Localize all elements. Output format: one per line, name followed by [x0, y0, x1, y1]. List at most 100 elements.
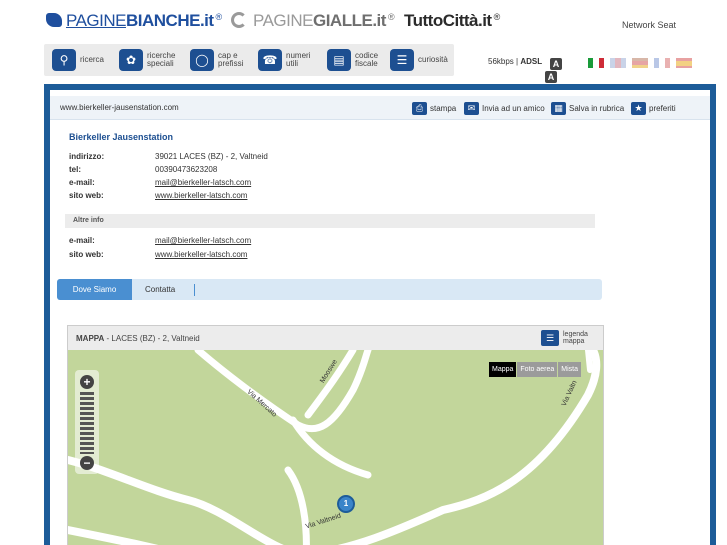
info-key: e-mail: [69, 236, 95, 245]
book-icon: ☰ [390, 49, 414, 71]
paginebianche-suffix: .it [199, 11, 214, 30]
service-cap-prefissi[interactable]: ◯ cap e prefissi [190, 48, 250, 72]
zoom-out-button[interactable]: − [80, 456, 94, 470]
phone-icon: ☎ [258, 49, 282, 71]
network-link[interactable]: Network Seat [622, 20, 676, 30]
email-link[interactable]: mail@bierkeller-latsch.com [155, 236, 251, 245]
page: PAGINEBIANCHE.it ® PAGINEGIALLE.it ® Tutto… [0, 0, 727, 545]
save-label: Salva in rubrica [569, 103, 625, 113]
paginebianche-text-1: PAGINE [66, 11, 126, 30]
service-label: ricerche speciali [147, 51, 176, 68]
map-type-selector: Mappa Foto aerea Mista [488, 362, 581, 377]
brand-bar: PAGINEBIANCHE.it ® PAGINEGIALLE.it ® Tutto… [0, 0, 727, 44]
print-button[interactable]: ⎙ stampa [412, 100, 456, 116]
info-value: 39021 LACES (BZ) - 2, Valtneid [155, 152, 268, 161]
flag-english-icon[interactable] [610, 58, 626, 68]
search-icon: ⚲ [52, 49, 76, 71]
connection-speed[interactable]: 56kbps | ADSL [488, 57, 542, 66]
service-ricerche-speciali[interactable]: ✿ ricerche speciali [119, 48, 185, 72]
service-label: cap e prefissi [218, 51, 244, 68]
email-link[interactable]: mail@bierkeller-latsch.com [155, 178, 251, 187]
legend-line-2: mappa [563, 338, 585, 345]
address-book-icon: ▦ [551, 101, 566, 115]
map-legend-button[interactable]: ☰ legenda mappa [541, 330, 588, 346]
tuttocitta-logo[interactable]: TuttoCittà.it ® [404, 11, 500, 31]
map-legend-label: legenda mappa [563, 331, 588, 345]
globe-icon: ◯ [190, 49, 214, 71]
list-icon: ☰ [541, 330, 559, 346]
paginebianche-logo[interactable]: PAGINEBIANCHE.it ® [46, 11, 222, 31]
map-title: MAPPA - LACES (BZ) - 2, Valtneid [76, 334, 200, 343]
website-link[interactable]: www.bierkeller-latsch.com [155, 191, 247, 200]
flag-french-icon[interactable] [654, 58, 670, 68]
flag-italian-icon[interactable] [588, 58, 604, 68]
info-key: indirizzo: [69, 152, 105, 161]
registered-mark: ® [215, 12, 223, 22]
speed-separator: | [516, 57, 519, 66]
service-codice-fiscale[interactable]: ▤ codice fiscale [327, 48, 385, 72]
altre-info-header: Altre info [65, 214, 595, 228]
font-size-large-button[interactable]: A [545, 71, 557, 83]
service-ricerca[interactable]: ⚲ ricerca [52, 48, 104, 72]
paginegialle-logo[interactable]: PAGINEGIALLE.it ® [231, 11, 395, 31]
service-curiosita[interactable]: ☰ curiosità [390, 48, 448, 72]
registered-mark: ® [493, 12, 501, 22]
info-key: e-mail: [69, 178, 95, 187]
map-title-address: - LACES (BZ) - 2, Valtneid [104, 334, 200, 343]
website-link[interactable]: www.bierkeller-latsch.com [155, 250, 247, 259]
paginebianche-text-2: BIANCHE [125, 11, 200, 30]
id-card-icon: ▤ [327, 49, 351, 71]
services-bar: ⚲ ricerca ✿ ricerche speciali ◯ cap e pr… [44, 44, 454, 76]
speed-56k[interactable]: 56kbps [488, 57, 514, 66]
listing-url[interactable]: www.bierkeller-jausenstation.com [60, 103, 179, 112]
road-west-branch [68, 526, 159, 545]
send-to-friend-button[interactable]: ✉ Invia ad un amico [464, 100, 545, 116]
service-label: curiosità [418, 55, 448, 64]
paginegialle-text-1: PAGINE [253, 11, 313, 30]
paginegialle-text-2: GIALLE [312, 11, 373, 30]
info-key: sito web: [69, 191, 104, 200]
listing-tabs: Dove Siamo Contatta [57, 279, 602, 300]
tab-divider [194, 284, 195, 296]
paginegialle-icon [231, 12, 247, 28]
speed-adsl[interactable]: ADSL [520, 57, 542, 66]
listing-panel: www.bierkeller-jausenstation.com ⎙ stampa… [44, 84, 716, 545]
save-contact-button[interactable]: ▦ Salva in rubrica [551, 100, 624, 116]
paginebianche-icon [46, 13, 62, 27]
tab-contatta[interactable]: Contatta [145, 279, 175, 300]
print-label: stampa [430, 103, 457, 113]
business-name: Bierkeller Jausenstation [69, 132, 174, 142]
map-type-mappa[interactable]: Mappa [489, 362, 517, 377]
service-label: numeri utili [286, 51, 311, 68]
map-header: MAPPA - LACES (BZ) - 2, Valtneid ☰ legen… [68, 326, 603, 350]
service-numeri-utili[interactable]: ☎ numeri utili [258, 48, 316, 72]
send-label: Invia ad un amico [482, 103, 545, 113]
flag-german-icon[interactable] [632, 58, 648, 68]
envelope-icon: ✉ [464, 101, 479, 115]
flag-spanish-icon[interactable] [676, 58, 692, 68]
map-canvas[interactable]: Via Mercato Mooswe Via Valtn Via Valtnei… [68, 350, 603, 545]
registered-mark: ® [387, 12, 395, 22]
map-type-mista[interactable]: Mista [558, 362, 581, 377]
location-pin[interactable]: 1 [337, 495, 355, 513]
favorites-button[interactable]: ★ preferiti [631, 100, 676, 116]
favorites-label: preferiti [649, 103, 676, 113]
listing-toolbar: www.bierkeller-jausenstation.com ⎙ stampa… [50, 96, 710, 120]
tab-dove-siamo[interactable]: Dove Siamo [57, 279, 132, 300]
map-zoom-control: + − [75, 370, 99, 474]
info-value: 00390473623208 [155, 165, 218, 174]
star-icon: ★ [631, 101, 646, 115]
road-south-branch [284, 466, 310, 545]
zoom-slider[interactable] [80, 392, 94, 454]
info-key: tel: [69, 165, 81, 174]
paginegialle-suffix: .it [372, 11, 386, 30]
map-type-foto-aerea[interactable]: Foto aerea [517, 362, 558, 377]
language-flags [588, 58, 692, 68]
map-box: MAPPA - LACES (BZ) - 2, Valtneid ☰ legen… [67, 325, 604, 545]
legend-line-1: legenda [563, 331, 588, 338]
font-size-small-button[interactable]: A [550, 58, 562, 70]
zoom-in-button[interactable]: + [80, 375, 94, 389]
service-label: codice fiscale [355, 51, 379, 68]
service-label: ricerca [80, 55, 105, 64]
printer-icon: ⎙ [412, 101, 427, 115]
